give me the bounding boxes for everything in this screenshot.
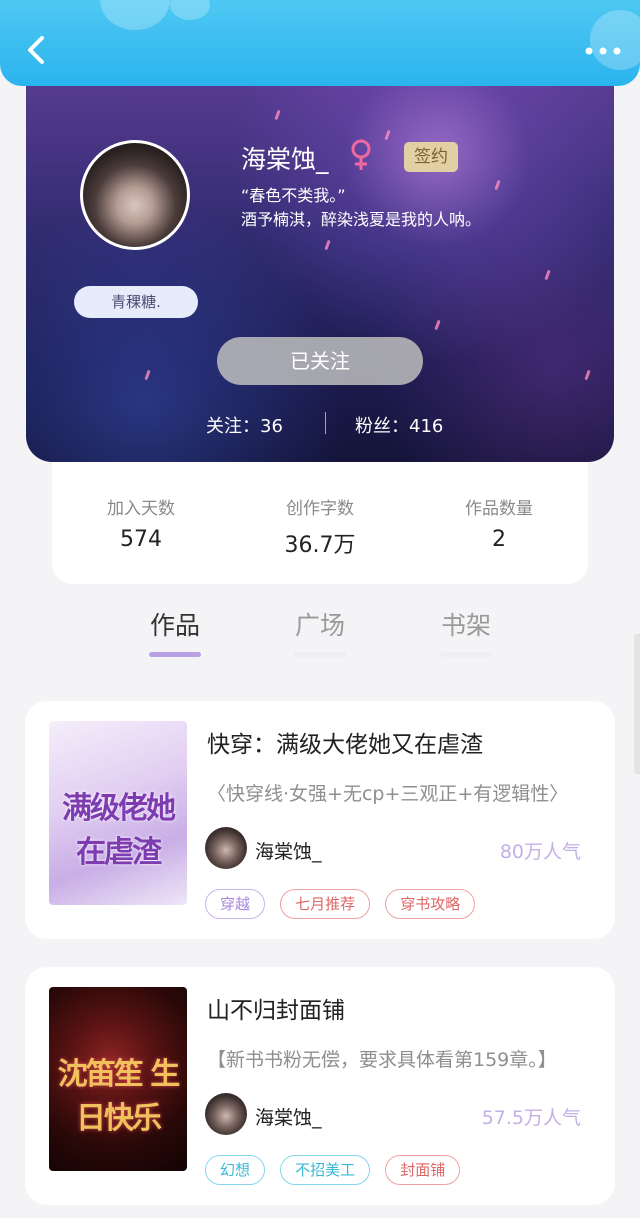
book-cover[interactable]: 沈笛笙 生日快乐	[49, 987, 187, 1171]
tab-label: 书架	[440, 611, 491, 640]
popularity: 80万人气	[499, 841, 581, 863]
bio-line: “春色不类我。”	[241, 186, 346, 205]
profile-header: 海棠蚀_ 签约 “春色不类我。” 酒予楠淇，醉染浅夏是我的人呐。 青稞糖. 已关…	[26, 70, 614, 462]
stat-word-count: 创作字数 36.7万	[231, 494, 409, 559]
fan-badge: 青稞糖.	[74, 286, 198, 318]
book-tag[interactable]: 七月推荐	[280, 889, 371, 919]
tab-indicator	[149, 652, 201, 657]
stat-value: 2	[492, 527, 506, 552]
tab-square[interactable]: 广场	[280, 606, 360, 657]
book-description: 【新书书粉无偿，要求具体看第159章。】	[207, 1049, 557, 1071]
follow-counts: 关注：36 粉丝：416	[26, 408, 614, 442]
user-avatar[interactable]	[80, 140, 190, 250]
female-icon	[348, 138, 374, 172]
book-cover[interactable]: 满级佬她 在虐渣	[49, 721, 187, 905]
scrollbar[interactable]	[634, 634, 640, 774]
tag-list: 穿越 七月推荐 穿书攻略	[205, 889, 485, 921]
book-tag[interactable]: 穿越	[205, 889, 266, 919]
following-count[interactable]: 关注：36	[206, 412, 283, 438]
book-card[interactable]: 沈笛笙 生日快乐 山不归封面铺 【新书书粉无偿，要求具体看第159章。】 海棠蚀…	[25, 967, 615, 1205]
author-name[interactable]: 海棠蚀_	[255, 1103, 322, 1130]
chevron-left-icon	[28, 36, 44, 64]
more-button[interactable]	[580, 36, 626, 66]
back-button[interactable]	[18, 30, 58, 70]
book-title[interactable]: 快穿：满级大佬她又在虐渣	[207, 725, 483, 759]
stat-value: 574	[120, 527, 162, 552]
tab-indicator	[440, 652, 492, 657]
tag-list: 幻想 不招美工 封面铺	[205, 1155, 470, 1187]
cover-title: 沈笛笙 生日快乐	[57, 1057, 180, 1136]
username: 海棠蚀_	[241, 145, 329, 174]
tab-label: 广场	[294, 611, 345, 640]
book-description: 〈快穿线·女强+无cp+三观正+有逻辑性〉	[207, 783, 569, 805]
book-card[interactable]: 满级佬她 在虐渣 快穿：满级大佬她又在虐渣 〈快穿线·女强+无cp+三观正+有逻…	[25, 701, 615, 939]
author-name[interactable]: 海棠蚀_	[255, 837, 322, 864]
signed-badge: 签约	[404, 142, 458, 172]
cover-title: 满级佬她 在虐渣	[62, 791, 176, 870]
book-tag[interactable]: 不招美工	[280, 1155, 371, 1185]
stats-panel: 加入天数 574 创作字数 36.7万 作品数量 2	[52, 462, 588, 584]
more-dots-icon	[585, 47, 621, 55]
tab-indicator	[294, 652, 346, 657]
book-tag[interactable]: 封面铺	[385, 1155, 461, 1185]
book-tag[interactable]: 穿书攻略	[385, 889, 476, 919]
stat-value: 36.7万	[284, 533, 356, 558]
tab-bookshelf[interactable]: 书架	[426, 606, 506, 657]
top-bar	[0, 0, 640, 86]
tab-works[interactable]: 作品	[135, 606, 215, 657]
stat-join-days: 加入天数 574	[52, 494, 230, 552]
book-title[interactable]: 山不归封面铺	[207, 991, 345, 1025]
stat-label: 创作字数	[286, 499, 354, 519]
book-tag[interactable]: 幻想	[205, 1155, 266, 1185]
follow-button[interactable]: 已关注	[217, 337, 423, 385]
divider	[325, 412, 326, 434]
stat-label: 加入天数	[107, 499, 175, 519]
tab-label: 作品	[149, 611, 200, 640]
author-avatar[interactable]	[205, 1093, 247, 1135]
tab-bar: 作品 广场 书架	[0, 598, 640, 668]
user-bio: “春色不类我。” 酒予楠淇，醉染浅夏是我的人呐。	[241, 184, 481, 232]
fans-count[interactable]: 粉丝：416	[355, 412, 443, 438]
author-avatar[interactable]	[205, 827, 247, 869]
stat-label: 作品数量	[465, 499, 533, 519]
stat-works-count: 作品数量 2	[410, 494, 588, 552]
popularity: 57.5万人气	[481, 1107, 581, 1129]
bio-line: 酒予楠淇，醉染浅夏是我的人呐。	[241, 210, 482, 229]
